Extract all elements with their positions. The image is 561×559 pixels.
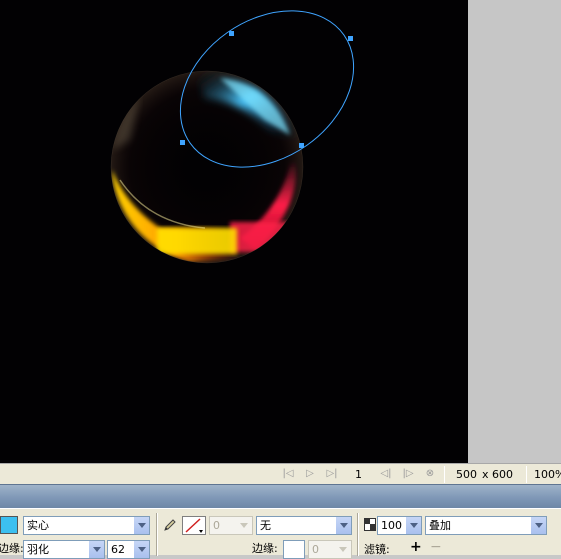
chevron-down-icon[interactable] — [133, 541, 149, 558]
stroke-edge-input[interactable]: 0 — [308, 540, 352, 559]
fill-color-swatch[interactable] — [0, 516, 18, 534]
play-icon[interactable]: ▷ — [304, 468, 316, 480]
stroke-category-select[interactable]: 无 — [256, 516, 352, 535]
pencil-icon[interactable] — [162, 517, 178, 533]
sphere-graphic — [111, 71, 303, 263]
opacity-value: 100 — [381, 519, 402, 532]
stroke-swatch-icon[interactable] — [182, 516, 206, 535]
document-status-bar: |◁ ▷ ▷| 1 ◁| |▷ ⊗ 500 x 600 100% — [0, 463, 561, 484]
properties-panel-header[interactable] — [0, 484, 561, 508]
chevron-down-icon[interactable] — [236, 517, 252, 534]
edge-label: 边缘: — [0, 542, 24, 555]
frame-number: 1 — [355, 468, 362, 481]
prev-frame-icon[interactable]: ◁| — [380, 468, 392, 480]
fill-type-select[interactable]: 实心 — [23, 516, 150, 535]
opacity-icon — [364, 518, 376, 531]
status-separator — [444, 466, 445, 483]
stroke-width-value: 0 — [213, 519, 220, 532]
panel-separator — [357, 513, 359, 556]
pasteboard — [468, 0, 561, 463]
opacity-input[interactable]: 100 — [377, 516, 422, 535]
chevron-down-icon[interactable] — [335, 517, 351, 534]
remove-filter-button[interactable]: − — [430, 540, 442, 554]
stroke-edge-label: 边缘: — [252, 542, 278, 555]
blend-mode-select[interactable]: 叠加 — [425, 516, 547, 535]
next-frame-icon[interactable]: |▷ — [402, 468, 414, 480]
fill-type-value: 实心 — [27, 519, 49, 532]
zoom-level[interactable]: 100% — [534, 468, 561, 481]
edge-type-select[interactable]: 羽化 — [23, 540, 105, 559]
size-separator: x — [482, 468, 489, 481]
panel-separator — [156, 513, 158, 556]
status-separator — [526, 466, 527, 483]
document-canvas[interactable] — [0, 0, 468, 463]
last-frame-icon[interactable]: ▷| — [326, 468, 338, 480]
stroke-edge-box[interactable] — [283, 540, 305, 559]
blend-mode-value: 叠加 — [429, 519, 451, 532]
canvas-height: 600 — [492, 468, 513, 481]
stroke-category-value: 无 — [260, 519, 271, 532]
chevron-down-icon[interactable] — [530, 517, 546, 534]
loop-icon[interactable]: ⊗ — [424, 468, 436, 480]
feather-amount-input[interactable]: 62 — [107, 540, 150, 559]
chevron-down-icon[interactable] — [335, 541, 351, 558]
add-filter-button[interactable]: + — [410, 540, 422, 554]
chevron-down-icon[interactable] — [88, 541, 104, 558]
stroke-width-input[interactable]: 0 — [209, 516, 253, 535]
canvas-width: 500 — [456, 468, 477, 481]
canvas-artwork — [110, 10, 355, 264]
chevron-down-icon[interactable] — [133, 517, 149, 534]
first-frame-icon[interactable]: |◁ — [282, 468, 294, 480]
properties-panel: 实心 边缘: 羽化 62 0 无 边缘: 0 100 叠加 滤镜: + − — [0, 508, 561, 559]
chevron-down-icon[interactable] — [405, 517, 421, 534]
